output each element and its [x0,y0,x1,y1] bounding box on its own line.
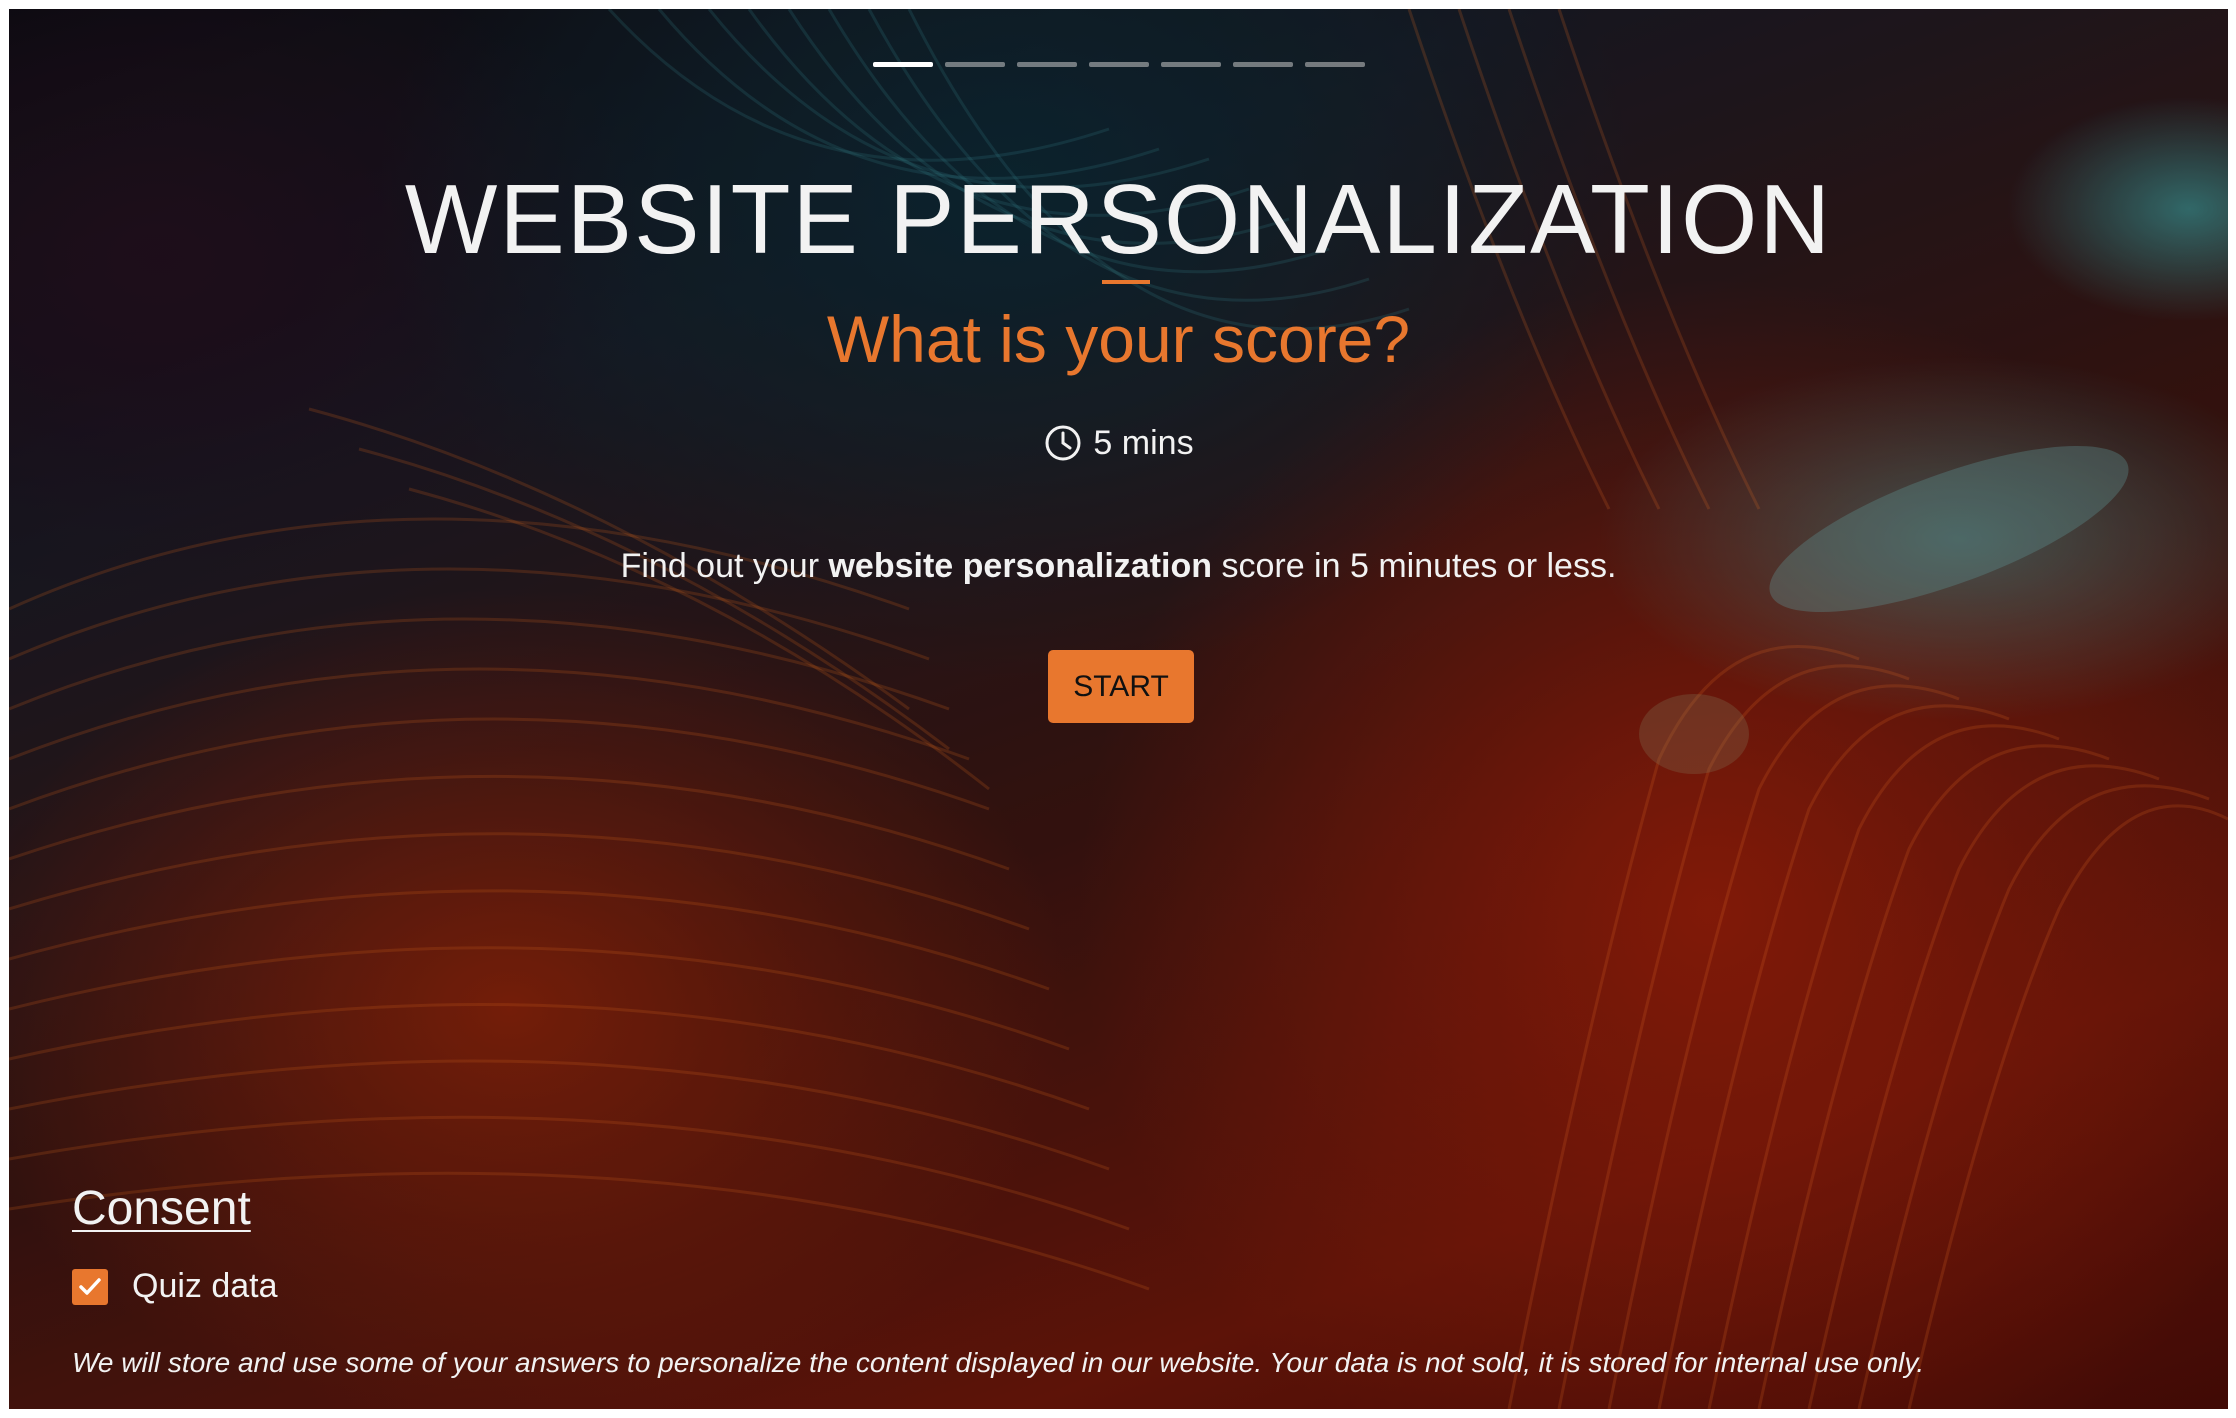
progress-step-1 [873,62,933,67]
description-prefix: Find out your [620,547,829,585]
consent-note: We will store and use some of your answe… [72,1347,1925,1378]
consent-heading: Consent [72,1182,251,1235]
duration-label: 5 mins [1093,423,1194,462]
clock-icon [1043,423,1083,463]
page-subtitle: What is your score? [826,302,1411,376]
quiz-intro-screen: WEBSITE PERSONALIZATION What is your sco… [9,9,2228,1409]
quiz-data-checkbox[interactable] [72,1268,108,1305]
description-suffix: score in 5 minutes or less. [1212,547,1617,585]
page-title: WEBSITE PERSONALIZATION [404,164,1833,274]
quiz-data-label: Quiz data [132,1267,278,1305]
progress-step-6 [1233,62,1293,67]
progress-step-4 [1089,62,1149,67]
start-button[interactable]: START [1048,650,1194,723]
description-highlight: website personalization [828,547,1213,585]
progress-step-2 [945,62,1005,67]
checkmark-icon [79,1277,101,1295]
consent-quiz-data-option[interactable]: Quiz data [72,1267,278,1306]
progress-step-3 [1017,62,1077,67]
progress-step-5 [1161,62,1221,67]
step-progress-indicator [873,62,1365,67]
progress-step-7 [1305,62,1365,67]
duration-info: 5 mins [9,423,2228,463]
title-divider [1102,280,1150,284]
quiz-description: Find out your website personalization sc… [9,541,2228,591]
